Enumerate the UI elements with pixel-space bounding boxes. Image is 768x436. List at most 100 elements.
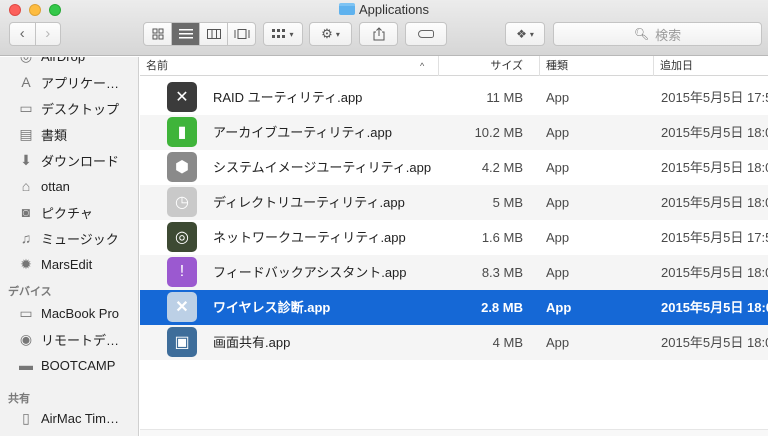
sidebar-item[interactable]: ▬ BOOTCAMP — [17, 355, 115, 375]
view-mode-control — [143, 22, 256, 46]
sidebar-item[interactable]: ♫ ミュージック — [17, 228, 119, 248]
disc-icon: ◉ — [19, 330, 33, 347]
laptop-icon: ▭ — [19, 304, 33, 321]
grid-icon — [152, 28, 163, 40]
column-header: 名前 ^ サイズ 種類 追加日 — [140, 56, 768, 76]
file-size: 2.8 MB — [481, 300, 523, 315]
sidebar-item[interactable]: ✹ MarsEdit — [17, 254, 92, 274]
back-button[interactable]: ‹ — [10, 23, 35, 45]
sidebar-item[interactable]: ◉ リモートデ… — [17, 329, 119, 349]
wireless-diagnostics-icon: ✕ — [167, 292, 197, 322]
sidebar-item-label: ダウンロード — [41, 153, 120, 169]
sidebar-item[interactable]: ◎ AirDrop — [17, 57, 85, 66]
applications-icon: A — [21, 74, 31, 90]
file-date-added: 2015年5月5日 18:0 — [661, 195, 768, 210]
icon-view-button[interactable] — [144, 23, 171, 45]
sidebar-item-label: ottan — [41, 178, 70, 194]
sidebar-item-label: MarsEdit — [41, 256, 93, 272]
downloads-icon: ⬇ — [20, 151, 32, 168]
archive-utility-icon: ▮ — [167, 117, 197, 147]
directory-utility-icon: ◷ — [167, 187, 197, 217]
chevron-down-icon: ▾ — [289, 29, 294, 39]
drive-icon: ▬ — [19, 357, 33, 373]
sidebar-item[interactable]: ⬇ ダウンロード — [17, 150, 119, 170]
network-utility-icon: ◎ — [167, 222, 197, 252]
sidebar-item-label: AirMac Tim… — [41, 410, 119, 426]
screen-sharing-icon: ▣ — [167, 327, 197, 357]
file-row[interactable]: ▮ アーカイブユーティリティ.app 10.2 MB App 2015年5月5日 18:… — [140, 115, 768, 150]
file-row[interactable]: ✕ RAID ユーティリティ.app 11 MB App 2015年5月5日 17:5 — [140, 80, 768, 115]
file-date-added: 2015年5月5日 18:0 — [661, 265, 768, 280]
window-title: Applications — [0, 2, 768, 17]
file-date-added: 2015年5月5日 18:0 — [661, 125, 768, 140]
file-name: ネットワークユーティリティ.app — [213, 230, 406, 245]
arrange-button[interactable]: ▾ — [263, 22, 303, 46]
file-row[interactable]: ◎ ネットワークユーティリティ.app 1.6 MB App 2015年5月5日 17:… — [140, 220, 768, 255]
sidebar-item[interactable]: ▯ AirMac Tim… — [17, 408, 119, 428]
search-field[interactable]: 🔍︎ 検索 — [553, 22, 762, 46]
forward-button[interactable]: › — [34, 23, 61, 45]
sidebar-item[interactable]: A アプリケー… — [17, 72, 119, 92]
sidebar-item-label: リモートデ… — [41, 332, 120, 348]
file-size: 11 MB — [486, 90, 523, 105]
column-size-header[interactable]: サイズ — [438, 56, 539, 76]
pictures-icon: ◙ — [21, 204, 31, 220]
gear-icon: ⚙ — [321, 26, 333, 41]
file-row[interactable]: ⬢ システムイメージユーティリティ.app 4.2 MB App 2015年5月5日 1… — [140, 150, 768, 185]
sidebar-item[interactable]: ▭ MacBook Pro — [17, 303, 119, 323]
file-name: フィードバックアシスタント.app — [213, 265, 407, 280]
sidebar-item[interactable]: ⌂ ottan — [17, 176, 70, 196]
file-name: ディレクトリユーティリティ.app — [213, 195, 405, 210]
file-name: RAID ユーティリティ.app — [213, 90, 363, 105]
column-date-header[interactable]: 追加日 — [653, 56, 768, 76]
file-kind: App — [546, 300, 572, 315]
file-kind: App — [546, 230, 570, 245]
horizontal-scrollbar[interactable] — [140, 429, 768, 436]
sidebar-item[interactable]: ▤ 書類 — [17, 124, 67, 144]
action-button[interactable]: ⚙ ▾ — [309, 22, 352, 46]
sidebar-item-label: アプリケー… — [41, 75, 120, 91]
file-row[interactable]: ▣ 画面共有.app 4 MB App 2015年5月5日 18:0 — [140, 325, 768, 360]
cover-flow-button[interactable] — [227, 23, 255, 45]
shared-heading: 共有 — [8, 393, 30, 405]
search-icon: 🔍︎ — [633, 27, 650, 41]
file-name: アーカイブユーティリティ.app — [213, 125, 392, 140]
sort-ascending-icon: ^ — [420, 61, 425, 71]
feedback-assistant-icon: ! — [167, 257, 197, 287]
list-icon — [178, 29, 193, 39]
sidebar-item-label: BOOTCAMP — [41, 357, 116, 373]
column-name-header[interactable]: 名前 ^ — [140, 56, 438, 76]
chevron-down-icon: ▾ — [529, 29, 534, 39]
folder-icon — [338, 3, 355, 15]
share-button[interactable] — [359, 22, 398, 46]
toolbar: Applications ‹ › ▾ ⚙ ▾ ❖ ▾ 🔍︎ 検索 — [0, 0, 768, 56]
file-date-added: 2015年5月5日 18:0 — [661, 160, 768, 175]
file-size: 1.6 MB — [481, 230, 523, 245]
file-row[interactable]: ! フィードバックアシスタント.app 8.3 MB App 2015年5月5日 18:… — [140, 255, 768, 290]
file-kind: App — [546, 335, 570, 350]
column-kind-header[interactable]: 種類 — [539, 56, 653, 76]
share-icon — [373, 27, 384, 41]
file-row[interactable]: ◷ ディレクトリユーティリティ.app 5 MB App 2015年5月5日 18:0 — [140, 185, 768, 220]
tag-button[interactable] — [405, 22, 447, 46]
file-name: システムイメージユーティリティ.app — [213, 160, 432, 175]
coverflow-icon — [234, 29, 249, 39]
file-row[interactable]: ✕ ワイヤレス診断.app 2.8 MB App 2015年5月5日 18:0 — [140, 290, 768, 325]
marsedit-icon: ✹ — [20, 255, 32, 272]
file-size: 4.2 MB — [481, 160, 523, 175]
file-name: ワイヤレス診断.app — [213, 300, 331, 315]
home-icon: ⌂ — [21, 178, 31, 194]
file-date-added: 2015年5月5日 18:0 — [661, 335, 768, 350]
column-view-button[interactable] — [199, 23, 227, 45]
chevron-down-icon: ▾ — [335, 29, 340, 39]
sidebar-item[interactable]: ▭ デスクトップ — [17, 98, 119, 118]
dropbox-button[interactable]: ❖ ▾ — [505, 22, 545, 46]
column-name-label: 名前 — [146, 60, 168, 72]
music-icon: ♫ — [20, 230, 32, 246]
file-name: 画面共有.app — [213, 335, 291, 350]
sidebar-item-label: ミュージック — [41, 231, 119, 247]
file-date-added: 2015年5月5日 17:5 — [661, 230, 768, 245]
list-view-button[interactable] — [171, 23, 199, 45]
sidebar-item[interactable]: ◙ ピクチャ — [17, 202, 93, 222]
file-kind: App — [546, 265, 570, 280]
